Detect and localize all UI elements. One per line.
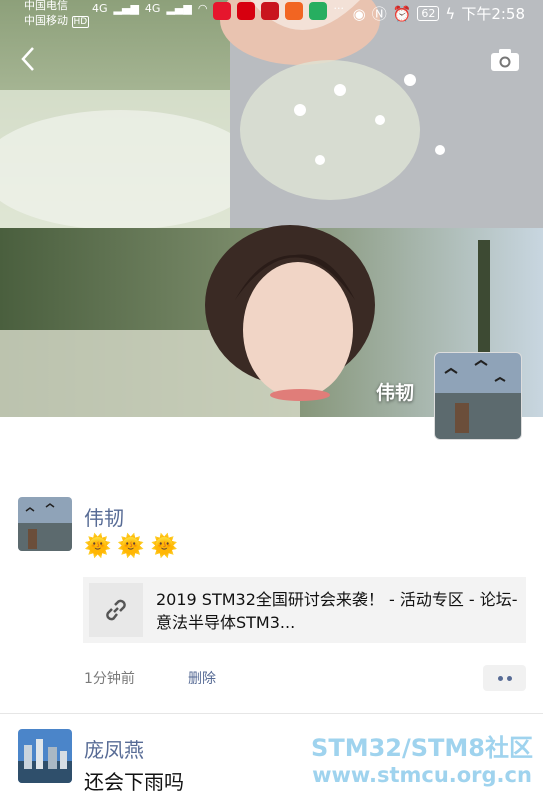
carrier-info: 中国电信 中国移动 HD (24, 0, 90, 30)
charging-icon: ϟ (445, 4, 456, 23)
chevron-left-icon (21, 47, 34, 71)
nfc-icon: Ⓝ (371, 5, 387, 23)
camera-button[interactable] (490, 48, 520, 76)
site-watermark: STM32/STM8社区 www.stmcu.org.cn (311, 734, 533, 788)
back-button[interactable] (20, 46, 36, 77)
status-icons: 4G ▂▄▆ 4G ▂▄▆ ◠ ··· (92, 2, 344, 20)
watermark-line-1: STM32/STM8社区 (311, 734, 533, 762)
link-title: 2019 STM32全国研讨会来袭！ - 活动专区 - 论坛-意法半导体STM3… (156, 590, 518, 632)
mail-app-icon-2 (261, 2, 280, 20)
avatar-image (18, 497, 72, 551)
post-author-2[interactable]: 庞凤燕 (84, 734, 144, 763)
more-icon: ··· (333, 2, 344, 15)
profile-avatar[interactable] (434, 352, 522, 440)
dot-icon (497, 675, 503, 681)
post-text: 🌞🌞🌞 (84, 534, 185, 559)
link-thumbnail (89, 583, 143, 637)
post-author[interactable]: 伟韧 (84, 502, 124, 531)
alarm-icon: ⏰ (392, 4, 412, 23)
post-timestamp: 1分钟前 (84, 671, 135, 687)
signal-4g-icon-2: 4G (144, 2, 161, 15)
shared-link-card[interactable]: 2019 STM32全国研讨会来袭！ - 活动专区 - 论坛-意法半导体STM3… (83, 577, 526, 643)
battery-icon: 62 (417, 6, 440, 21)
post-avatar[interactable] (18, 497, 72, 551)
more-options-button[interactable] (483, 665, 526, 691)
status-right: ◉ Ⓝ ⏰ 62 ϟ 下午2:58 (353, 3, 525, 24)
avatar-image-city (18, 729, 72, 783)
carrier-1: 中国电信 (24, 0, 68, 12)
carrier-2: 中国移动 (24, 14, 68, 27)
signal-4g-icon: 4G (92, 2, 108, 15)
mail-app-icon (237, 2, 256, 20)
signal-bars-icon-2: ▂▄▆ (166, 2, 192, 15)
app-icon-orange (285, 2, 304, 20)
delete-button[interactable]: 删除 (188, 668, 216, 688)
link-icon (106, 599, 126, 621)
post-avatar-2[interactable] (18, 729, 72, 783)
avatar-image (435, 353, 521, 439)
app-icon-green (309, 2, 328, 20)
divider (0, 713, 543, 714)
eye-icon: ◉ (352, 4, 366, 23)
weibo-app-icon (213, 2, 232, 20)
dot-icon (506, 675, 512, 681)
hd-badge: HD (71, 16, 90, 28)
clock: 下午2:58 (461, 5, 525, 23)
profile-name: 伟韧 (376, 382, 415, 404)
wifi-icon: ◠ (197, 2, 208, 15)
status-bar: 中国电信 中国移动 HD 4G ▂▄▆ 4G ▂▄▆ ◠ ··· ◉ Ⓝ ⏰ 6… (0, 0, 543, 28)
camera-icon (491, 49, 519, 71)
signal-bars-icon: ▂▄▆ (113, 2, 139, 15)
watermark-line-2: www.stmcu.org.cn (312, 763, 532, 787)
post-text-2: 还会下雨吗 (84, 770, 184, 794)
